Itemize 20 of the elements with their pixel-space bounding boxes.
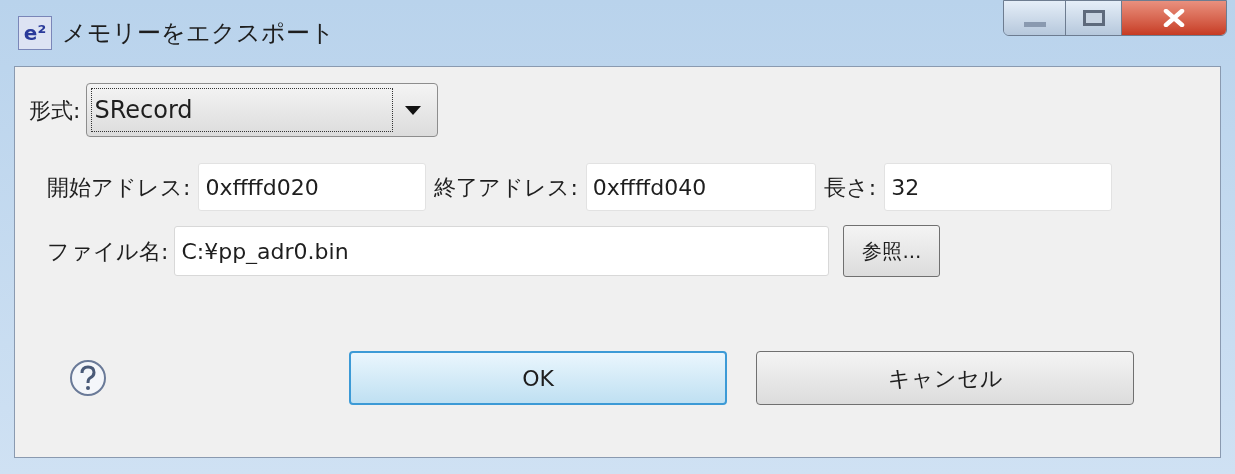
format-dropdown[interactable]: SRecord (86, 83, 439, 137)
dialog-button[interactable]: キャンセル (756, 351, 1134, 405)
close-button[interactable] (1122, 1, 1226, 35)
window-title: メモリーをエクスポート (62, 18, 335, 49)
field-label: 開始アドレス: (47, 173, 191, 202)
dialog-button[interactable]: OK (349, 351, 727, 405)
app-icon: e² (18, 16, 52, 50)
input-field[interactable]: 0xffffd040 (585, 163, 816, 211)
caret-icon (405, 105, 422, 115)
format-label: 形式: (29, 96, 81, 125)
maximize-button[interactable] (1066, 1, 1122, 35)
file-name-label: ファイル名: (47, 237, 169, 266)
browse-button[interactable]: 参照... (843, 225, 941, 277)
close-icon (1163, 9, 1185, 27)
field-label: 終了アドレス: (434, 173, 578, 202)
help-icon[interactable] (69, 359, 107, 397)
input-field[interactable]: 0xffffd020 (198, 163, 427, 211)
input-field[interactable]: 32 (884, 163, 1113, 211)
file-name-field[interactable]: C:¥pp_adr0.bin (174, 226, 830, 276)
field-label: 長さ: (823, 173, 877, 202)
